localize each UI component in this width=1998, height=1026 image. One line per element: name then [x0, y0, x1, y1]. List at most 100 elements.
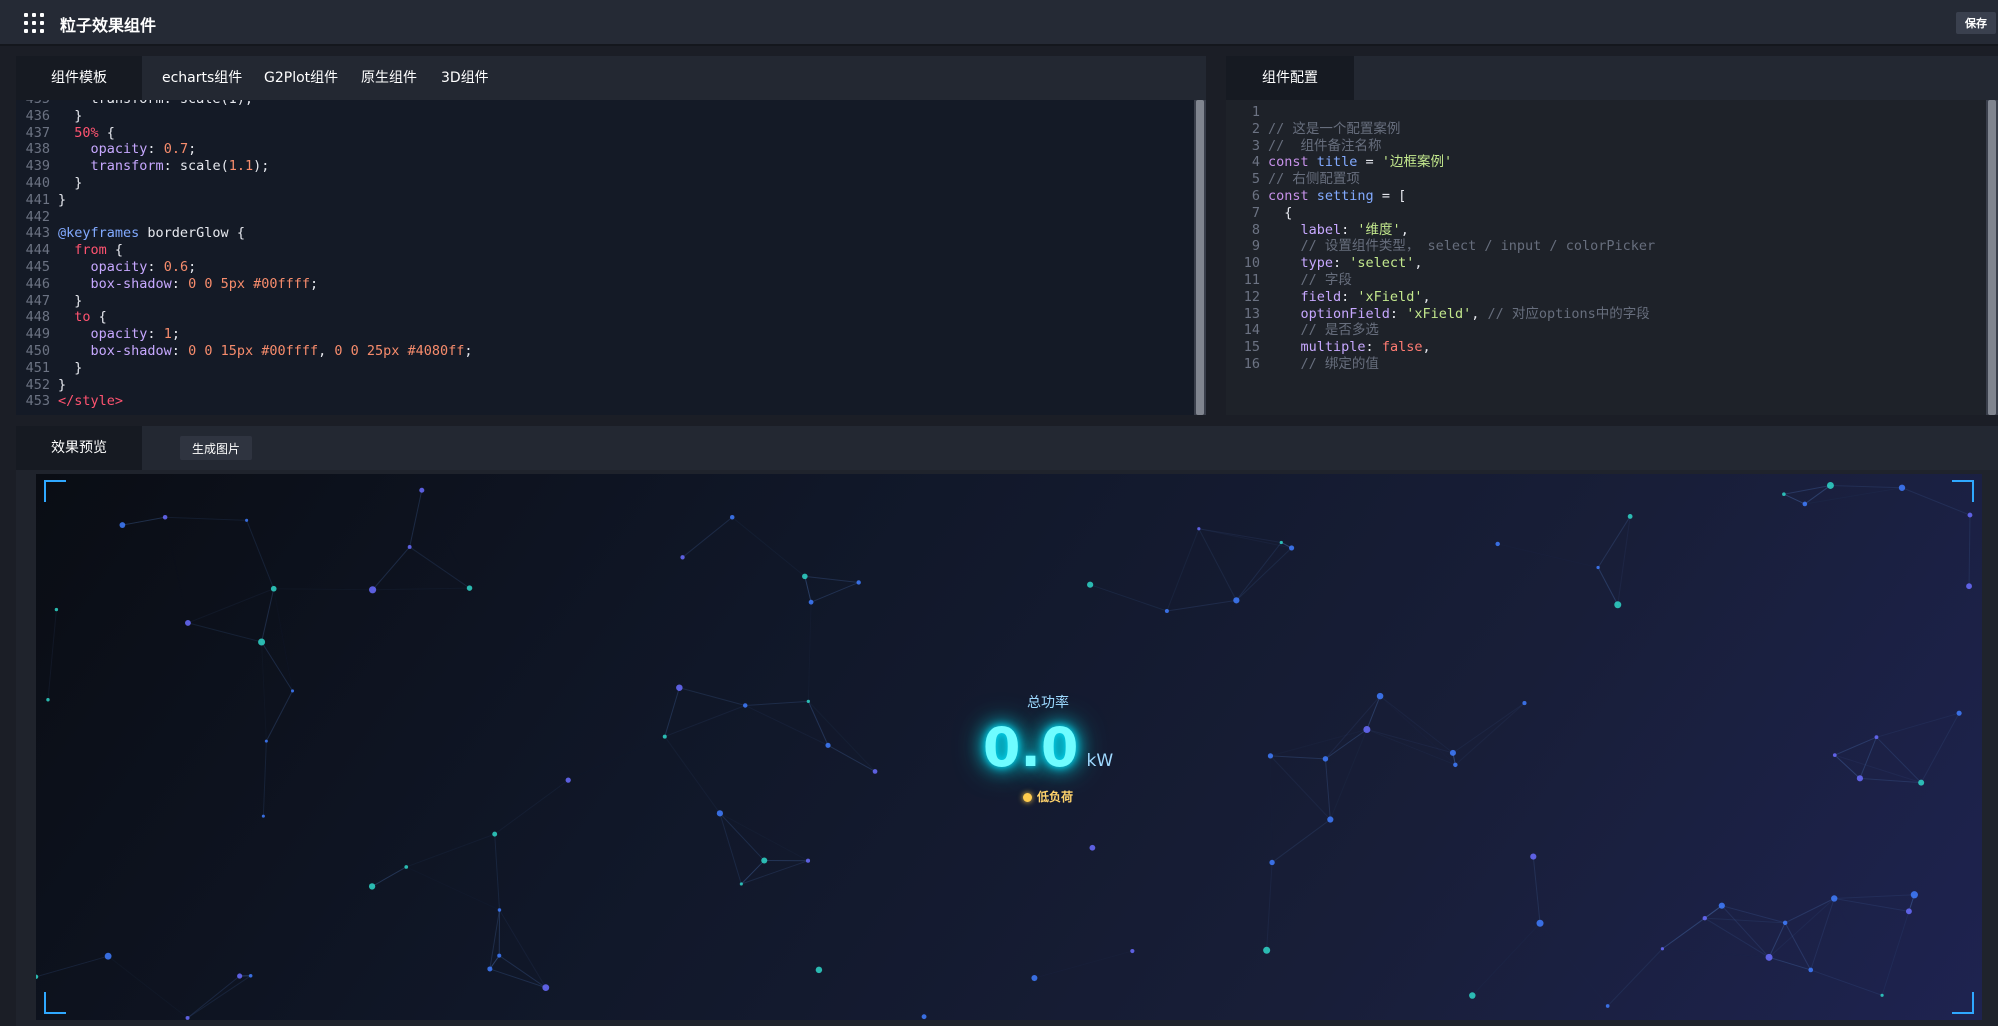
line-number: 12 [1243, 288, 1260, 305]
code-token: { [98, 124, 115, 141]
particle [1905, 908, 1912, 915]
code-line[interactable]: 6 const setting = [ [1226, 188, 1986, 205]
code-line[interactable]: 9 // 设置组件类型， select / input / colorPicke… [1226, 238, 1986, 255]
code-line[interactable]: 14 // 是否多选 [1226, 322, 1986, 339]
particle [369, 586, 377, 594]
page-title: 粒子效果组件 [60, 16, 157, 35]
code-line[interactable]: 13 optionField: 'xField', // 对应options中的… [1226, 306, 1986, 323]
code-line[interactable]: 438 opacity: 0.7; [16, 141, 1194, 158]
code-line[interactable]: 451 } [16, 360, 1194, 377]
particle-link [36, 955, 109, 978]
code-line[interactable]: 439 transform: scale(1.1); [16, 158, 1194, 175]
code-token: , [1400, 221, 1409, 238]
code-line[interactable]: 16 // 绑定的值 [1226, 356, 1986, 373]
line-number: 16 [1243, 355, 1260, 372]
particle-link [122, 516, 166, 526]
tab-component-config[interactable]: 组件配置 [1226, 56, 1354, 100]
particle [104, 952, 112, 960]
apps-grid-icon[interactable] [24, 13, 44, 33]
code-line[interactable]: 437 50% { [16, 125, 1194, 142]
tab-preview[interactable]: 效果预览 [16, 426, 142, 470]
line-number: 9 [1251, 238, 1260, 255]
code-token: = [1357, 154, 1382, 171]
generate-image-button[interactable]: 生成图片 [180, 436, 253, 460]
particle [565, 777, 571, 783]
code-line[interactable]: 450 box-shadow: 0 0 15px #00ffff, 0 0 25… [16, 343, 1194, 360]
particle [1874, 735, 1879, 740]
code-token: box-shadow [90, 275, 172, 292]
config-code-editor[interactable]: 1 2 // 这是一个配置案例 3 // 组件备注名称 4 const title = '边… [1226, 100, 1986, 415]
code-line[interactable]: 435 transform: scale(1); [16, 100, 1194, 108]
config-scroll-thumb[interactable] [1988, 100, 1996, 415]
save-button[interactable]: 保存 [1956, 12, 1996, 34]
code-line[interactable]: 8 label: '维度', [1226, 222, 1986, 239]
particle [1269, 859, 1275, 866]
code-line[interactable]: 446 box-shadow: 0 0 5px #00ffff; [16, 276, 1194, 293]
particle-link [1235, 542, 1282, 601]
template-scrollbar[interactable] [1194, 100, 1206, 415]
code-line[interactable]: 1 [1226, 104, 1986, 121]
tab-component-template[interactable]: 组件模板 [16, 56, 142, 100]
template-scroll-thumb[interactable] [1196, 100, 1204, 415]
code-line[interactable]: 442 [16, 209, 1194, 226]
code-line[interactable]: 448 to { [16, 309, 1194, 326]
metric-value-row: 0.0 kW [948, 716, 1148, 779]
code-line[interactable]: 2 // 这是一个配置案例 [1226, 121, 1986, 138]
line-number: 449 [25, 326, 50, 343]
particle [1322, 756, 1329, 762]
particle [825, 742, 831, 748]
line-number: 2 [1251, 120, 1260, 137]
code-token: { [90, 309, 107, 326]
particle-link [489, 909, 500, 970]
particle [1831, 895, 1838, 902]
code-token: 'select' [1349, 255, 1415, 272]
code-line[interactable]: 11 // 字段 [1226, 272, 1986, 289]
preview-tabbar: 效果预览 生成图片 [16, 426, 1998, 470]
particle [1614, 601, 1622, 609]
particle [1956, 710, 1962, 716]
code-token: label [1300, 221, 1342, 238]
code-line[interactable]: 445 opacity: 0.6; [16, 259, 1194, 276]
particle [1495, 541, 1500, 547]
code-line[interactable]: 5 // 右侧配置项 [1226, 171, 1986, 188]
particle-link [810, 581, 859, 603]
code-token: // 对应options中的字段 [1487, 305, 1650, 322]
code-line[interactable]: 447 } [16, 293, 1194, 310]
code-line[interactable]: 15 multiple: false, [1226, 339, 1986, 356]
code-line[interactable]: 441} [16, 192, 1194, 209]
code-line[interactable]: 440 } [16, 175, 1194, 192]
tab-g2plot[interactable]: G2Plot组件 [264, 56, 338, 100]
config-scrollbar[interactable] [1986, 100, 1998, 415]
code-line[interactable]: 443 @keyframes borderGlow { [16, 225, 1194, 242]
tab-native[interactable]: 原生组件 [361, 56, 417, 100]
particle-link [1804, 487, 1903, 505]
code-line[interactable]: 7 { [1226, 205, 1986, 222]
particle [729, 514, 735, 520]
code-line[interactable]: 436 } [16, 108, 1194, 125]
code-line[interactable]: 3 // 组件备注名称 [1226, 138, 1986, 155]
tab-echarts[interactable]: echarts组件 [162, 56, 242, 100]
particle [805, 858, 811, 863]
tab-3d[interactable]: 3D组件 [441, 56, 489, 100]
code-line[interactable]: 10 type: 'select', [1226, 255, 1986, 272]
particle [1826, 481, 1834, 489]
particle-link [807, 602, 812, 702]
particle-link [1324, 758, 1331, 820]
template-code-editor[interactable]: 435 transform: scale(1);436 }437 50% {43… [16, 100, 1194, 415]
particle-link [745, 700, 809, 706]
particle-link [719, 812, 809, 862]
code-line[interactable]: 444 from { [16, 242, 1194, 259]
particle-link [1379, 695, 1454, 754]
code-line[interactable]: 449 opacity: 1; [16, 326, 1194, 343]
particle [1453, 762, 1458, 768]
code-line[interactable]: 12 field: 'xField', [1226, 289, 1986, 306]
code-line[interactable]: 4 const title = '边框案例' [1226, 154, 1986, 171]
particle-preview-canvas[interactable]: 总功率 0.0 kW 低负荷 [36, 474, 1982, 1020]
particle [1660, 947, 1665, 951]
code-line[interactable]: 452} [16, 377, 1194, 394]
particle [1718, 902, 1725, 909]
code-line[interactable]: 453 </style> [16, 393, 1194, 410]
code-token: 0 0 25px #4080ff [334, 342, 465, 359]
